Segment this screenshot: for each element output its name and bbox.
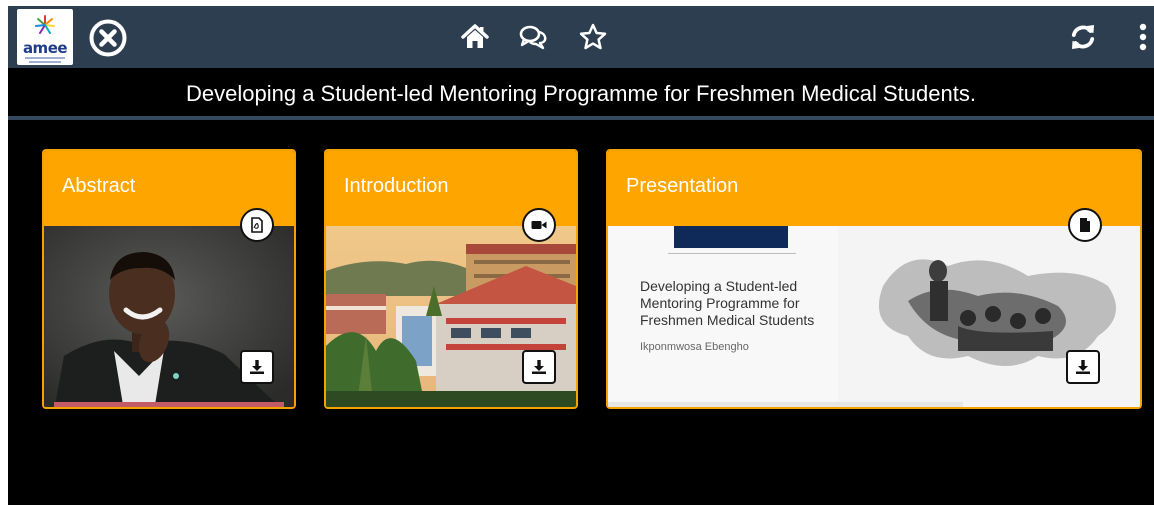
download-button[interactable]: [522, 350, 556, 384]
slide-preview: Developing a Student-led Mentoring Progr…: [608, 226, 1140, 407]
amee-logo[interactable]: amee: [17, 9, 73, 65]
card-title: Presentation: [626, 175, 739, 197]
logo-text: amee: [22, 39, 68, 57]
comments-icon[interactable]: [518, 22, 548, 52]
app-window: amee Developing a Student-led Mentoring …: [8, 6, 1154, 505]
refresh-icon[interactable]: [1068, 22, 1098, 52]
logo-tagline-line: [25, 57, 65, 59]
card-title: Introduction: [344, 175, 449, 197]
close-icon[interactable]: [88, 18, 128, 58]
download-icon: [250, 360, 264, 374]
download-icon: [532, 360, 546, 374]
card-header: Presentation: [608, 151, 1140, 226]
card-title: Abstract: [62, 175, 136, 197]
pdf-icon: [240, 208, 274, 242]
more-options-icon[interactable]: [1136, 22, 1150, 52]
home-icon[interactable]: [460, 22, 490, 52]
logo-tagline-line: [29, 61, 61, 63]
download-button[interactable]: [1066, 350, 1100, 384]
download-icon: [1076, 360, 1090, 374]
slide-title: Developing a Student-led Mentoring Progr…: [640, 278, 815, 328]
title-divider: [8, 116, 1154, 120]
abstract-card[interactable]: Abstract: [42, 149, 296, 409]
download-button[interactable]: [240, 350, 274, 384]
title-bar: Developing a Student-led Mentoring Progr…: [8, 68, 1154, 118]
logo-burst-icon: [35, 15, 55, 34]
presentation-card[interactable]: Presentation Developing a Student-led Me…: [606, 149, 1142, 409]
top-toolbar: amee: [8, 6, 1154, 68]
document-icon: [1068, 208, 1102, 242]
page-title: Developing a Student-led Mentoring Progr…: [186, 81, 976, 106]
slide-author: Ikponmwosa Ebengho: [640, 341, 749, 353]
introduction-card[interactable]: Introduction: [324, 149, 578, 409]
video-camera-icon: [522, 208, 556, 242]
star-icon[interactable]: [578, 22, 608, 52]
